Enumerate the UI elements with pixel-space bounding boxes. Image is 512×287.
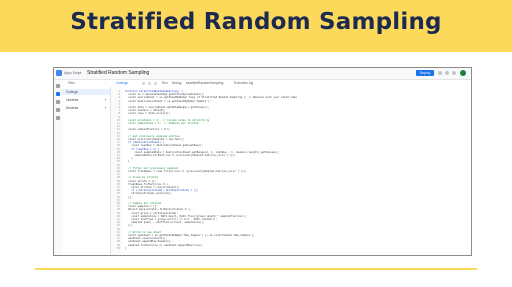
executions-icon[interactable] [56, 108, 60, 112]
app-name: Apps Script [64, 71, 82, 75]
editor-topbar: Apps Script Stratified Random Sampling D… [54, 68, 471, 80]
file-label: Code.gs [66, 90, 78, 94]
line-number: 50 [116, 246, 120, 250]
code-editor[interactable]: 1 function stratifiedRandomSampling() {2 … [111, 87, 471, 255]
file-panel: Code.gs Libraries + Services + [62, 87, 111, 255]
avatar[interactable] [460, 70, 466, 76]
page-title: Stratified Random Sampling [70, 9, 442, 35]
files-header: Files [68, 81, 75, 85]
settings-icon[interactable] [452, 71, 456, 75]
debug-button[interactable]: Debug [172, 81, 181, 85]
file-item-code[interactable]: Code.gs [62, 89, 110, 95]
code-line: 50} [111, 247, 471, 250]
editor-icon[interactable] [56, 92, 60, 96]
add-service-icon[interactable]: + [105, 105, 107, 110]
deploy-button[interactable]: Deploy [416, 70, 434, 76]
function-select[interactable]: stratifiedRandomSampling [186, 81, 223, 85]
tab-code-file[interactable]: Code.gs [116, 81, 128, 85]
libraries-label: Libraries [66, 98, 79, 102]
editor-screenshot: Apps Script Stratified Random Sampling D… [53, 67, 472, 256]
sidebar-item-services[interactable]: Services + [62, 105, 110, 111]
run-button[interactable]: Run [162, 81, 168, 85]
execution-log-button[interactable]: Execution log [234, 81, 253, 85]
services-label: Services [66, 106, 79, 110]
undo-icon[interactable] [142, 82, 145, 85]
bottom-divider [35, 268, 477, 270]
settings-rail-icon[interactable] [56, 116, 60, 120]
sidebar-item-libraries[interactable]: Libraries + [62, 97, 110, 103]
project-name[interactable]: Stratified Random Sampling [87, 70, 149, 76]
apps-script-logo-icon [56, 70, 62, 76]
triggers-icon[interactable] [56, 100, 60, 104]
save-icon[interactable] [154, 82, 157, 85]
redo-icon[interactable] [148, 82, 151, 85]
code-text: } [125, 246, 127, 250]
add-library-icon[interactable]: + [105, 97, 107, 102]
help-icon[interactable] [438, 71, 442, 75]
overview-icon[interactable] [56, 84, 60, 88]
apps-grid-icon[interactable] [445, 71, 449, 75]
